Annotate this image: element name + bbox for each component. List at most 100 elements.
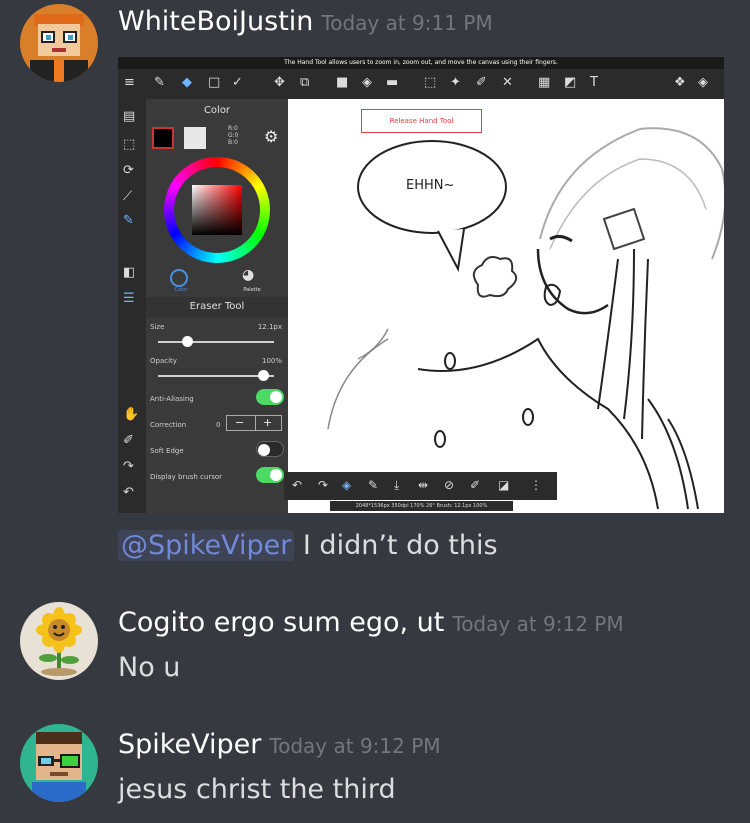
tool-title: Eraser Tool <box>189 301 245 312</box>
menu-icon[interactable]: ≡ <box>124 75 135 90</box>
pen-side-icon[interactable]: ✎ <box>123 213 134 228</box>
canvas-drawing[interactable]: EHHN~ <box>288 99 724 513</box>
username[interactable]: WhiteBoiJustin Today at 9:11 PM <box>118 6 493 37</box>
antialias-label: Anti-Aliasing <box>150 395 194 403</box>
select-pen-icon[interactable]: ✐ <box>476 75 487 90</box>
timestamp: Today at 9:12 PM <box>452 612 624 636</box>
eyedropper-icon[interactable]: ✐ <box>123 433 134 448</box>
palette-tab-icon[interactable]: ◕ <box>242 267 254 283</box>
correction-label: Correction <box>150 421 187 429</box>
antialias-toggle[interactable] <box>256 389 284 405</box>
primary-color-swatch[interactable] <box>152 127 174 149</box>
message-body: I didn’t do this <box>294 530 498 561</box>
bottom-toolbar: ↶ ↷ ◈ ✎ ⤓ ⇹ ⊘ ✐ ◪ ⋮ <box>284 472 557 500</box>
gradient-icon[interactable]: ▬ <box>386 75 398 90</box>
cursor-label: Display brush cursor <box>150 473 223 481</box>
message-3: SpikeViper Today at 9:12 PM jesus christ … <box>0 722 750 822</box>
plus-icon[interactable]: + <box>263 416 272 429</box>
size-slider-knob[interactable] <box>182 336 193 347</box>
speech-bubble-text: EHHN~ <box>406 178 454 193</box>
pixel-avatar-icon <box>20 724 98 802</box>
message-body: jesus christ the third <box>118 774 396 805</box>
username-text[interactable]: SpikeViper <box>118 729 261 760</box>
text-tool-icon[interactable]: T <box>590 75 598 90</box>
opacity-slider[interactable] <box>158 375 274 377</box>
eraser-icon[interactable]: ◆ <box>182 75 192 90</box>
ruler-icon[interactable]: ◩ <box>564 75 576 90</box>
timestamp: Today at 9:12 PM <box>269 734 441 758</box>
materials-icon[interactable]: ❖ <box>674 75 686 90</box>
hand-icon[interactable]: ✋ <box>123 407 139 422</box>
username[interactable]: Cogito ergo sum ego, ut Today at 9:12 PM <box>118 607 624 638</box>
opacity-label: Opacity <box>150 357 177 365</box>
lasso-icon[interactable]: ⬚ <box>424 75 436 90</box>
message-body: No u <box>118 652 181 683</box>
timestamp: Today at 9:11 PM <box>321 11 493 35</box>
layers-list-icon[interactable]: ▤ <box>123 109 135 124</box>
select-eraser-icon[interactable]: ✕ <box>502 75 513 90</box>
no-select-icon[interactable]: ⊘ <box>444 478 454 492</box>
rect-select-icon[interactable]: □ <box>208 75 220 90</box>
size-slider[interactable] <box>158 341 274 343</box>
redo-side-icon[interactable]: ↷ <box>123 459 134 474</box>
user-mention[interactable]: @SpikeViper <box>118 530 295 561</box>
opacity-row: Opacity 100% <box>150 357 284 365</box>
pixel-avatar-icon <box>20 4 98 82</box>
check-icon[interactable]: ✓ <box>232 75 243 90</box>
fill-tool-icon[interactable]: ◈ <box>342 478 351 492</box>
cursor-toggle[interactable] <box>256 467 284 483</box>
select-dotted-icon[interactable]: ⬚ <box>123 137 135 152</box>
redo-icon[interactable]: ↷ <box>318 478 328 492</box>
opacity-slider-knob[interactable] <box>258 370 269 381</box>
fill-color-icon[interactable]: ■ <box>336 75 348 90</box>
minus-icon[interactable]: − <box>235 416 244 429</box>
undo-icon[interactable]: ↶ <box>292 478 302 492</box>
transform-icon[interactable]: ⧉ <box>300 75 309 90</box>
username-text[interactable]: WhiteBoiJustin <box>118 6 313 37</box>
color-wheel[interactable] <box>164 157 270 263</box>
pen-icon[interactable]: ✎ <box>368 478 378 492</box>
size-label: Size <box>150 323 165 331</box>
undo-side-icon[interactable]: ↶ <box>123 485 134 500</box>
username[interactable]: SpikeViper Today at 9:12 PM <box>118 729 441 760</box>
magic-wand-icon[interactable]: ✦ <box>450 75 461 90</box>
brush-list-icon[interactable]: ☰ <box>123 291 135 306</box>
move-icon[interactable]: ✥ <box>274 75 285 90</box>
status-bar: 2048*1536px 350dpi 170% 26° Brush: 12.1p… <box>330 501 513 511</box>
ruler-side-icon[interactable]: ⟋ <box>123 189 132 204</box>
size-value: 12.1px <box>257 323 282 331</box>
share-icon[interactable]: ◪ <box>498 478 509 492</box>
rotate-icon[interactable]: ⟳ <box>123 163 134 178</box>
brush-icon[interactable]: ✎ <box>154 75 165 90</box>
softedge-label: Soft Edge <box>150 447 184 455</box>
frame-icon[interactable]: ▦ <box>538 75 550 90</box>
layers-icon[interactable]: ◈ <box>698 75 708 90</box>
correction-stepper[interactable]: − + <box>226 415 282 431</box>
avatar-cogito[interactable] <box>20 602 98 680</box>
avatar-whiteboijustin[interactable] <box>20 4 98 82</box>
saturation-square[interactable] <box>192 185 242 235</box>
release-hand-tool-button[interactable]: Release Hand Tool <box>361 109 482 133</box>
message-text: @SpikeViper I didn’t do this <box>118 530 498 561</box>
image-attachment[interactable]: The Hand Tool allows users to zoom in, z… <box>118 57 724 513</box>
avatar-spikeviper[interactable] <box>20 724 98 802</box>
grid-menu-icon[interactable]: ⋮ <box>530 478 542 492</box>
gear-icon[interactable]: ⚙ <box>264 127 278 146</box>
secondary-color-swatch[interactable] <box>184 127 206 149</box>
color-panel-title: Color <box>203 105 231 116</box>
message-2: Cogito ergo sum ego, ut Today at 9:12 PM … <box>0 600 750 700</box>
flip-icon[interactable]: ⇹ <box>418 478 428 492</box>
bucket-icon[interactable]: ◈ <box>362 75 372 90</box>
color-tab-icon[interactable] <box>170 269 188 287</box>
username-text[interactable]: Cogito ergo sum ego, ut <box>118 607 444 638</box>
rgb-readout: R:0 G:0 B:0 <box>228 125 239 146</box>
save-icon[interactable]: ⤓ <box>394 478 399 493</box>
correction-value: 0 <box>216 421 221 429</box>
color-panel-icon[interactable]: ◧ <box>123 265 135 280</box>
softedge-toggle[interactable] <box>256 441 284 457</box>
top-toolbar: ≡ ✎ ◆ □ ✓ ✥ ⧉ ■ ◈ ▬ ⬚ ✦ ✐ ✕ ▦ ◩ T ❖ ◈ <box>118 69 724 99</box>
tab-palette-label[interactable]: Palette <box>216 287 288 293</box>
edit-icon[interactable]: ✐ <box>470 478 480 492</box>
tab-color-label[interactable]: Color <box>146 287 216 293</box>
left-toolbar: ▤ ⬚ ⟳ ⟋ ✎ ◧ ☰ ✋ ✐ ↷ ↶ <box>118 99 146 513</box>
